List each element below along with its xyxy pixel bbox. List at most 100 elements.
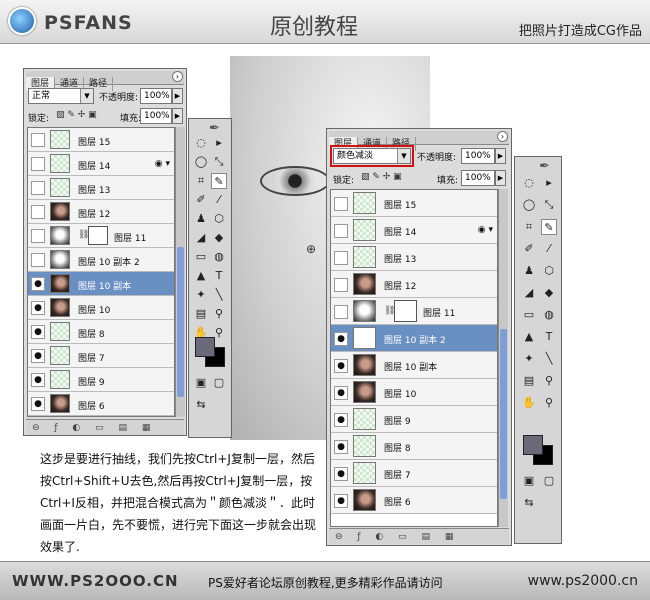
- visibility-toggle[interactable]: [31, 181, 45, 195]
- layer-row[interactable]: ● 图层 8: [331, 433, 497, 460]
- eye-icon[interactable]: ●: [334, 358, 348, 373]
- eye-icon[interactable]: ●: [31, 373, 45, 387]
- tool-button[interactable]: ⌗: [193, 173, 209, 189]
- fill-field[interactable]: 100%: [461, 170, 495, 186]
- tool-button[interactable]: ⁄: [541, 241, 557, 257]
- layer-row[interactable]: ● 图层 7: [28, 344, 174, 368]
- tool-button[interactable]: ╲: [211, 287, 227, 303]
- fill-field[interactable]: 100%: [140, 108, 172, 124]
- jump-to-button[interactable]: ⇆: [193, 397, 209, 413]
- layer-row[interactable]: 图层 13: [331, 244, 497, 271]
- foreground-color-swatch[interactable]: [195, 337, 215, 357]
- layer-row[interactable]: ● 图层 10: [28, 296, 174, 320]
- layer-row[interactable]: ⛓ 图层 11: [28, 224, 174, 248]
- fill-arrow-button[interactable]: ▶: [495, 170, 506, 186]
- layer-mask-thumbnail[interactable]: [394, 300, 417, 322]
- eye-icon[interactable]: ●: [31, 301, 45, 315]
- tool-button[interactable]: ◢: [193, 230, 209, 246]
- layer-row[interactable]: 图层 14 ◉ ▾: [331, 217, 497, 244]
- layer-row[interactable]: 图层 15: [28, 128, 174, 152]
- eye-icon[interactable]: ●: [31, 277, 45, 291]
- layer-row[interactable]: 图层 14 ◉ ▾: [28, 152, 174, 176]
- opacity-field[interactable]: 100%: [461, 148, 495, 164]
- visibility-toggle[interactable]: [334, 223, 348, 238]
- screen-mode-button[interactable]: ▢: [211, 375, 227, 391]
- eye-icon[interactable]: ●: [31, 325, 45, 339]
- layers-scrollbar[interactable]: [175, 127, 185, 417]
- layer-row[interactable]: ● 图层 7: [331, 460, 497, 487]
- eye-icon[interactable]: ●: [334, 466, 348, 481]
- lock-icons[interactable]: ▧ ✎ ✢ ▣: [361, 172, 402, 182]
- tool-button[interactable]: ⬡: [211, 211, 227, 227]
- tool-button[interactable]: ▭: [193, 249, 209, 265]
- tool-button[interactable]: ⬡: [541, 263, 557, 279]
- jump-to-button[interactable]: ⇆: [521, 495, 537, 511]
- tool-button[interactable]: ⚲: [211, 306, 227, 322]
- opacity-arrow-button[interactable]: ▶: [495, 148, 506, 164]
- layer-row[interactable]: ● 图层 6: [28, 392, 174, 416]
- screen-mode-button[interactable]: ▢: [541, 473, 557, 489]
- layer-row[interactable]: 图层 12: [28, 200, 174, 224]
- visibility-toggle[interactable]: [334, 277, 348, 292]
- eye-icon[interactable]: ●: [334, 412, 348, 427]
- tool-button[interactable]: ▲: [521, 329, 537, 345]
- layer-row[interactable]: ● 图层 10 副本: [331, 352, 497, 379]
- scrollbar-thumb[interactable]: [500, 329, 507, 499]
- tool-button[interactable]: ⤡: [541, 197, 557, 213]
- mask-mode-button[interactable]: ▣: [521, 473, 537, 489]
- effects-icon[interactable]: ◉ ▾: [478, 225, 493, 235]
- panel-menu-button[interactable]: ›: [497, 131, 508, 142]
- blend-mode-select[interactable]: 正常 ▼: [28, 88, 94, 104]
- lock-icons[interactable]: ▧ ✎ ✢ ▣: [56, 110, 97, 120]
- opacity-field[interactable]: 100%: [140, 88, 172, 104]
- tool-button[interactable]: ◍: [211, 249, 227, 265]
- layer-row[interactable]: 图层 10 副本 2: [28, 248, 174, 272]
- tool-button[interactable]: ✎: [541, 219, 557, 235]
- tool-button[interactable]: ✎: [211, 173, 227, 189]
- visibility-toggle[interactable]: [334, 196, 348, 211]
- eye-icon[interactable]: ●: [334, 331, 348, 346]
- visibility-toggle[interactable]: [334, 304, 348, 319]
- tool-button[interactable]: ⚲: [541, 395, 557, 411]
- tool-button[interactable]: ⤡: [211, 154, 227, 170]
- tool-button[interactable]: ⌗: [521, 219, 537, 235]
- effects-icon[interactable]: ◉ ▾: [155, 159, 170, 169]
- layer-row[interactable]: ● 图层 10 副本: [28, 272, 174, 296]
- layer-row[interactable]: ⛓ 图层 11: [331, 298, 497, 325]
- layer-row[interactable]: ● 图层 8: [28, 320, 174, 344]
- layer-row[interactable]: ● 图层 9: [28, 368, 174, 392]
- tool-button[interactable]: ▤: [521, 373, 537, 389]
- tool-button[interactable]: ◆: [541, 285, 557, 301]
- visibility-toggle[interactable]: [31, 253, 45, 267]
- eye-icon[interactable]: ●: [31, 349, 45, 363]
- eye-icon[interactable]: ●: [31, 397, 45, 411]
- layer-row[interactable]: 图层 15: [331, 190, 497, 217]
- footer-url[interactable]: www.ps2000.cn: [528, 573, 638, 589]
- layer-row[interactable]: ● 图层 9: [331, 406, 497, 433]
- eye-icon[interactable]: ●: [334, 493, 348, 508]
- tool-button[interactable]: ╲: [541, 351, 557, 367]
- tool-button[interactable]: ◯: [521, 197, 537, 213]
- tool-button[interactable]: ◌: [521, 175, 537, 191]
- eye-icon[interactable]: ●: [334, 385, 348, 400]
- visibility-toggle[interactable]: [31, 157, 45, 171]
- fill-arrow-button[interactable]: ▶: [172, 108, 183, 124]
- tool-button[interactable]: ▤: [193, 306, 209, 322]
- tool-button[interactable]: T: [211, 268, 227, 284]
- tool-button[interactable]: ⁄: [211, 192, 227, 208]
- tool-button[interactable]: ◆: [211, 230, 227, 246]
- tool-button[interactable]: ◯: [193, 154, 209, 170]
- tool-button[interactable]: ✐: [521, 241, 537, 257]
- scrollbar-thumb[interactable]: [177, 247, 184, 397]
- visibility-toggle[interactable]: [31, 205, 45, 219]
- tool-button[interactable]: T: [541, 329, 557, 345]
- tool-button[interactable]: ▸: [541, 175, 557, 191]
- tool-button[interactable]: ✐: [193, 192, 209, 208]
- layer-row[interactable]: 图层 12: [331, 271, 497, 298]
- layer-mask-thumbnail[interactable]: [88, 226, 108, 245]
- visibility-toggle[interactable]: [334, 250, 348, 265]
- mask-mode-button[interactable]: ▣: [193, 375, 209, 391]
- foreground-color-swatch[interactable]: [523, 435, 543, 455]
- panel-menu-button[interactable]: ›: [172, 71, 183, 82]
- tool-button[interactable]: ✦: [521, 351, 537, 367]
